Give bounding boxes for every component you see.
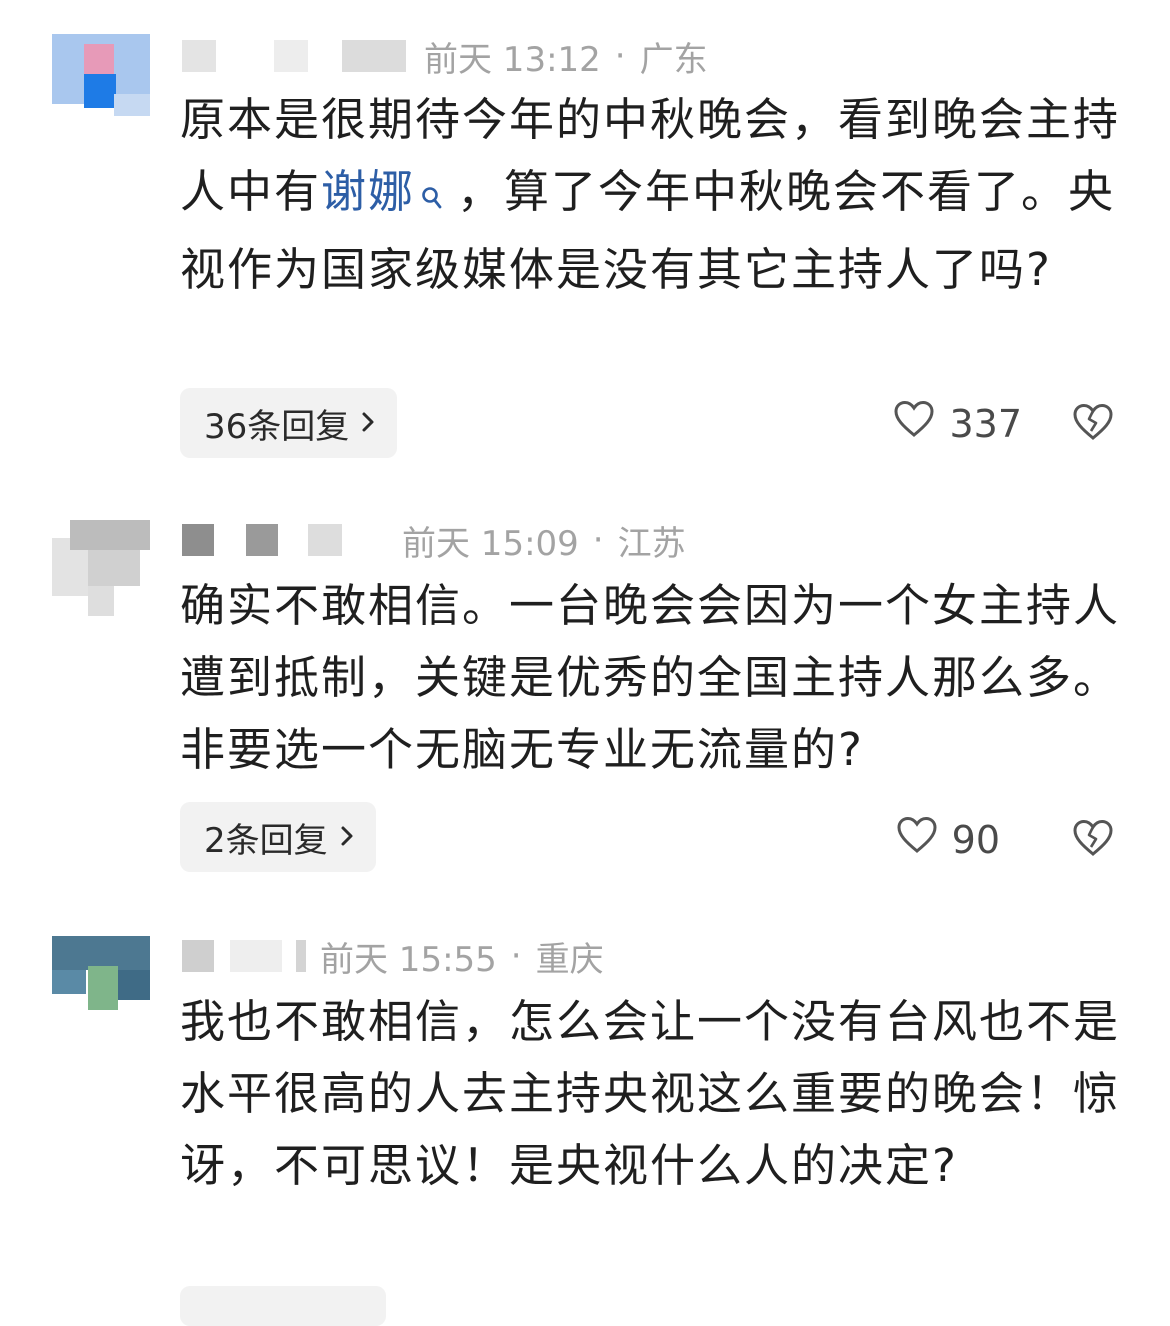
username-blurred[interactable]: [182, 940, 214, 972]
reply-count-label: 2条回复: [204, 820, 328, 861]
heart-outline-icon: [896, 816, 938, 863]
reply-count-label: 36条回复: [204, 406, 350, 447]
like-count: 90: [951, 817, 1000, 862]
broken-heart-icon: [1072, 403, 1114, 446]
username-blurred[interactable]: [230, 940, 282, 972]
username-blurred[interactable]: [246, 524, 278, 556]
username-blurred[interactable]: [182, 40, 216, 72]
broken-heart-icon: [1072, 819, 1114, 862]
search-icon[interactable]: [421, 162, 443, 234]
comment-location: 广东: [639, 39, 708, 80]
meta-separator: ·: [614, 36, 626, 76]
dislike-button[interactable]: [1072, 818, 1114, 862]
comment-text: 确实不敢相信。一台晚会会因为一个女主持人遭到抵制，关键是优秀的全国主持人那么多。…: [180, 579, 1121, 776]
mention-link[interactable]: 谢娜: [321, 165, 415, 218]
like-button[interactable]: 90: [896, 816, 1000, 863]
comment-time: 前天 15:55: [320, 939, 497, 980]
comment-meta: 前天 15:09 · 江苏: [182, 520, 686, 564]
username-blurred[interactable]: [182, 524, 214, 556]
username-blurred[interactable]: [296, 940, 306, 972]
comment-time: 前天 13:12: [424, 39, 601, 80]
username-blurred[interactable]: [274, 40, 308, 72]
comment-meta: 前天 15:55 · 重庆: [182, 936, 604, 980]
avatar[interactable]: [52, 520, 150, 616]
comment-text: 我也不敢相信，怎么会让一个没有台风也不是水平很高的人去主持央视这么重要的晚会！惊…: [180, 995, 1121, 1192]
meta-separator: ·: [592, 520, 604, 560]
like-button[interactable]: 337: [893, 400, 1022, 447]
meta-separator: ·: [510, 936, 522, 976]
dislike-button[interactable]: [1072, 402, 1114, 446]
username-blurred[interactable]: [308, 524, 342, 556]
chevron-right-icon: [340, 817, 354, 857]
username-blurred[interactable]: [342, 40, 406, 72]
view-replies-button[interactable]: 2条回复: [180, 802, 376, 872]
chevron-right-icon: [361, 403, 375, 443]
heart-outline-icon: [893, 400, 935, 447]
comment-location: 江苏: [617, 523, 686, 564]
avatar[interactable]: [52, 34, 150, 116]
comment-time: 前天 15:09: [402, 523, 579, 564]
view-replies-button[interactable]: 36条回复: [180, 388, 398, 458]
comment-meta: 前天 13:12 · 广东: [182, 36, 708, 80]
comment-text: 原本是很期待今年的中秋晚会，看到晚会主持人中有谢娜 ，算了今年中秋晚会不看了。央视…: [180, 84, 1140, 306]
like-count: 337: [949, 401, 1022, 446]
comment-location: 重庆: [535, 939, 604, 980]
view-replies-button[interactable]: [180, 1286, 386, 1326]
avatar[interactable]: [52, 936, 150, 1010]
